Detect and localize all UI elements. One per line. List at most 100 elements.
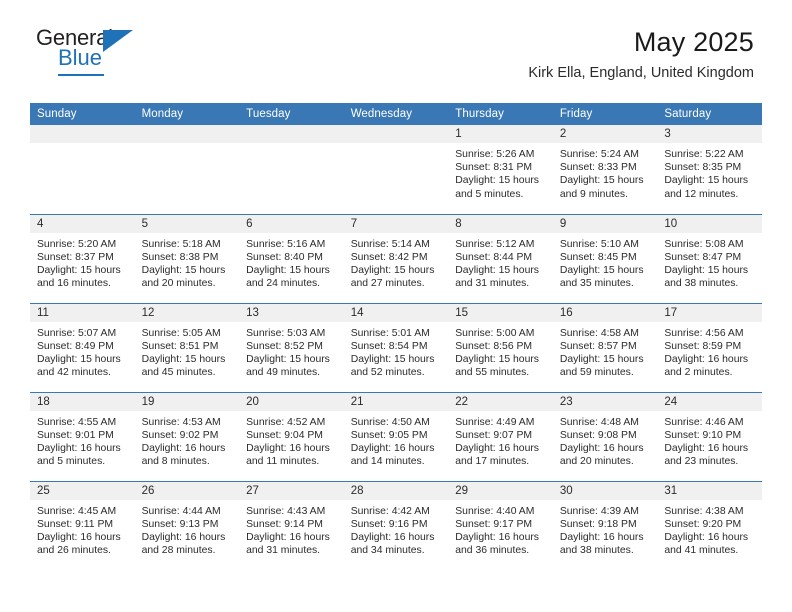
day-sun-info: Sunrise: 4:49 AM Sunset: 9:07 PM Dayligh…	[455, 416, 539, 468]
day-cell[interactable]	[239, 125, 344, 214]
day-sun-info: Sunrise: 4:53 AM Sunset: 9:02 PM Dayligh…	[141, 416, 226, 468]
day-sun-info	[344, 143, 449, 148]
day-number: 13	[239, 303, 344, 322]
day-cell[interactable]	[343, 125, 449, 214]
calendar-page: General Blue May 2025 Kirk Ella, England…	[0, 0, 792, 612]
day-cell[interactable]: 23 Sunrise: 4:48 AM Sunset: 9:08 PM Dayl…	[552, 391, 658, 481]
day-sun-info: Sunrise: 5:10 AM Sunset: 8:45 PM Dayligh…	[559, 238, 644, 290]
day-cell[interactable]: 9 Sunrise: 5:10 AM Sunset: 8:45 PM Dayli…	[552, 213, 658, 303]
sunrise-sunset-calendar-table: Sunday Monday Tuesday Wednesday Thursday…	[30, 103, 762, 570]
day-number	[239, 125, 344, 143]
day-cell[interactable]: 16 Sunrise: 4:58 AM Sunset: 8:57 PM Dayl…	[552, 302, 658, 392]
day-cell[interactable]: 20 Sunrise: 4:52 AM Sunset: 9:04 PM Dayl…	[239, 391, 344, 481]
day-cell[interactable]: 27 Sunrise: 4:43 AM Sunset: 9:14 PM Dayl…	[239, 480, 344, 570]
day-number: 10	[657, 214, 762, 233]
day-sun-info	[135, 143, 240, 148]
day-sun-info: Sunrise: 5:22 AM Sunset: 8:35 PM Dayligh…	[664, 149, 749, 200]
day-sun-info: Sunrise: 5:16 AM Sunset: 8:40 PM Dayligh…	[246, 238, 330, 290]
week-row: 25 Sunrise: 4:45 AM Sunset: 9:11 PM Dayl…	[30, 480, 762, 570]
day-cell[interactable]: 29 Sunrise: 4:40 AM Sunset: 9:17 PM Dayl…	[448, 480, 553, 570]
day-number: 18	[30, 392, 135, 411]
day-cell[interactable]: 26 Sunrise: 4:44 AM Sunset: 9:13 PM Dayl…	[134, 480, 240, 570]
day-cell[interactable]: 30 Sunrise: 4:39 AM Sunset: 9:18 PM Dayl…	[552, 480, 658, 570]
weekday-header-row: Sunday Monday Tuesday Wednesday Thursday…	[30, 103, 762, 125]
day-number: 4	[30, 214, 135, 233]
day-cell[interactable]: 8 Sunrise: 5:12 AM Sunset: 8:44 PM Dayli…	[448, 213, 553, 303]
day-sun-info: Sunrise: 5:14 AM Sunset: 8:42 PM Dayligh…	[350, 238, 435, 290]
day-cell[interactable]: 3 Sunrise: 5:22 AM Sunset: 8:35 PM Dayli…	[657, 125, 762, 214]
day-number: 21	[343, 392, 449, 411]
week-row: 4 Sunrise: 5:20 AM Sunset: 8:37 PM Dayli…	[30, 213, 762, 303]
day-cell[interactable]: 31 Sunrise: 4:38 AM Sunset: 9:20 PM Dayl…	[657, 480, 762, 570]
weekday-header-friday: Friday	[552, 103, 658, 125]
day-sun-info: Sunrise: 5:26 AM Sunset: 8:31 PM Dayligh…	[455, 149, 539, 200]
day-cell[interactable]: 5 Sunrise: 5:18 AM Sunset: 8:38 PM Dayli…	[134, 213, 240, 303]
day-number: 27	[239, 481, 344, 500]
weekday-header-monday: Monday	[134, 103, 240, 125]
day-cell[interactable]: 2 Sunrise: 5:24 AM Sunset: 8:33 PM Dayli…	[552, 125, 658, 214]
day-cell[interactable]: 15 Sunrise: 5:00 AM Sunset: 8:56 PM Dayl…	[448, 302, 553, 392]
day-sun-info: Sunrise: 4:46 AM Sunset: 9:10 PM Dayligh…	[664, 416, 749, 468]
day-cell[interactable]: 28 Sunrise: 4:42 AM Sunset: 9:16 PM Dayl…	[343, 480, 449, 570]
day-cell[interactable]: 1 Sunrise: 5:26 AM Sunset: 8:31 PM Dayli…	[448, 125, 553, 214]
day-cell[interactable]: 25 Sunrise: 4:45 AM Sunset: 9:11 PM Dayl…	[30, 480, 135, 570]
day-sun-info: Sunrise: 4:38 AM Sunset: 9:20 PM Dayligh…	[664, 505, 749, 557]
day-sun-info: Sunrise: 4:55 AM Sunset: 9:01 PM Dayligh…	[37, 416, 121, 468]
day-number: 11	[30, 303, 135, 322]
day-number: 9	[552, 214, 658, 233]
day-cell[interactable]	[30, 125, 135, 214]
day-cell[interactable]: 4 Sunrise: 5:20 AM Sunset: 8:37 PM Dayli…	[30, 213, 135, 303]
day-cell[interactable]: 6 Sunrise: 5:16 AM Sunset: 8:40 PM Dayli…	[239, 213, 344, 303]
day-cell[interactable]: 17 Sunrise: 4:56 AM Sunset: 8:59 PM Dayl…	[657, 302, 762, 392]
day-sun-info: Sunrise: 4:56 AM Sunset: 8:59 PM Dayligh…	[664, 327, 749, 379]
day-number: 26	[134, 481, 240, 500]
day-cell[interactable]	[134, 125, 240, 214]
day-sun-info: Sunrise: 5:03 AM Sunset: 8:52 PM Dayligh…	[246, 327, 330, 379]
day-sun-info: Sunrise: 5:20 AM Sunset: 8:37 PM Dayligh…	[37, 238, 121, 290]
logo-underline	[58, 74, 104, 76]
day-sun-info: Sunrise: 5:07 AM Sunset: 8:49 PM Dayligh…	[37, 327, 121, 379]
day-number: 31	[657, 481, 762, 500]
general-blue-logo: General Blue	[36, 26, 156, 78]
day-cell[interactable]: 10 Sunrise: 5:08 AM Sunset: 8:47 PM Dayl…	[657, 213, 762, 303]
day-sun-info: Sunrise: 5:01 AM Sunset: 8:54 PM Dayligh…	[350, 327, 435, 379]
week-row: 18 Sunrise: 4:55 AM Sunset: 9:01 PM Dayl…	[30, 391, 762, 481]
day-cell[interactable]: 13 Sunrise: 5:03 AM Sunset: 8:52 PM Dayl…	[239, 302, 344, 392]
weekday-header-saturday: Saturday	[657, 103, 762, 125]
blue-triangle-flag-icon	[103, 30, 133, 52]
day-number	[343, 125, 449, 143]
day-number: 7	[343, 214, 449, 233]
day-number: 30	[552, 481, 658, 500]
day-number: 2	[552, 125, 658, 143]
day-cell[interactable]: 12 Sunrise: 5:05 AM Sunset: 8:51 PM Dayl…	[134, 302, 240, 392]
day-number: 3	[657, 125, 762, 143]
day-cell[interactable]: 18 Sunrise: 4:55 AM Sunset: 9:01 PM Dayl…	[30, 391, 135, 481]
day-cell[interactable]: 7 Sunrise: 5:14 AM Sunset: 8:42 PM Dayli…	[343, 213, 449, 303]
day-number: 5	[134, 214, 240, 233]
day-cell[interactable]: 14 Sunrise: 5:01 AM Sunset: 8:54 PM Dayl…	[343, 302, 449, 392]
day-number: 23	[552, 392, 658, 411]
day-number	[134, 125, 240, 143]
day-cell[interactable]: 19 Sunrise: 4:53 AM Sunset: 9:02 PM Dayl…	[134, 391, 240, 481]
day-sun-info	[30, 143, 135, 148]
day-cell[interactable]: 11 Sunrise: 5:07 AM Sunset: 8:49 PM Dayl…	[30, 302, 135, 392]
day-cell[interactable]: 21 Sunrise: 4:50 AM Sunset: 9:05 PM Dayl…	[343, 391, 449, 481]
day-sun-info: Sunrise: 5:18 AM Sunset: 8:38 PM Dayligh…	[141, 238, 226, 290]
day-sun-info: Sunrise: 4:58 AM Sunset: 8:57 PM Dayligh…	[559, 327, 644, 379]
week-row: 11 Sunrise: 5:07 AM Sunset: 8:49 PM Dayl…	[30, 302, 762, 392]
title-block: May 2025 Kirk Ella, England, United King…	[528, 26, 754, 84]
day-sun-info: Sunrise: 5:12 AM Sunset: 8:44 PM Dayligh…	[455, 238, 539, 290]
day-number: 15	[448, 303, 553, 322]
day-number: 12	[134, 303, 240, 322]
day-number	[30, 125, 135, 143]
day-cell[interactable]: 24 Sunrise: 4:46 AM Sunset: 9:10 PM Dayl…	[657, 391, 762, 481]
weekday-header-wednesday: Wednesday	[343, 103, 449, 125]
day-number: 6	[239, 214, 344, 233]
day-number: 17	[657, 303, 762, 322]
day-number: 1	[448, 125, 553, 143]
day-number: 22	[448, 392, 553, 411]
day-number: 29	[448, 481, 553, 500]
day-number: 20	[239, 392, 344, 411]
day-sun-info: Sunrise: 5:08 AM Sunset: 8:47 PM Dayligh…	[664, 238, 749, 290]
day-cell[interactable]: 22 Sunrise: 4:49 AM Sunset: 9:07 PM Dayl…	[448, 391, 553, 481]
